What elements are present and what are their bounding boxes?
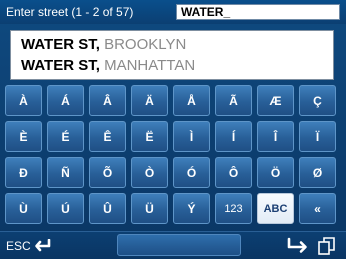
key-u-circumflex[interactable]: Û [89,193,126,224]
key-u-grave[interactable]: Ù [5,193,42,224]
key-u-acute[interactable]: Ú [47,193,84,224]
key-y-acute[interactable]: Ý [173,193,210,224]
header-bar: Enter street (1 - 2 of 57) WATER_ [0,0,346,24]
key-o-slash[interactable]: Ø [299,157,336,188]
key-o-acute[interactable]: Ó [173,157,210,188]
alpha-mode-button[interactable]: ABC [257,193,294,224]
key-e-grave[interactable]: È [5,121,42,152]
key-eth[interactable]: Ð [5,157,42,188]
prompt-label: Enter street (1 - 2 of 57) [6,5,134,19]
key-o-grave[interactable]: Ò [131,157,168,188]
key-i-acute[interactable]: Í [215,121,252,152]
key-ae[interactable]: Æ [257,85,294,116]
result-city: BROOKLYN [99,36,187,53]
key-n-tilde[interactable]: Ñ [47,157,84,188]
key-a-circumflex[interactable]: Â [89,85,126,116]
esc-button[interactable]: ESC [6,236,52,256]
esc-label: ESC [6,239,31,253]
key-e-acute[interactable]: É [47,121,84,152]
key-c-cedilla[interactable]: Ç [299,85,336,116]
key-e-circumflex[interactable]: Ê [89,121,126,152]
key-i-umlaut[interactable]: Ï [299,121,336,152]
key-o-circumflex[interactable]: Ô [215,157,252,188]
result-street: WATER ST [21,57,96,74]
back-arrow-icon [34,239,50,252]
key-i-grave[interactable]: Ì [173,121,210,152]
accented-keypad: À Á Â Ä Å Ã Æ Ç È É Ê Ë Ì Í Î Ï Ð Ñ Õ Ò … [5,85,341,229]
result-item[interactable]: WATER ST, BROOKLYN [11,34,333,55]
more-characters-button[interactable]: « [299,193,336,224]
result-street: WATER ST [21,36,96,53]
space-bar[interactable] [117,234,241,256]
key-o-umlaut[interactable]: Ö [257,157,294,188]
enter-arrow-icon[interactable] [286,237,310,255]
key-a-acute[interactable]: Á [47,85,84,116]
street-entry-screen: Enter street (1 - 2 of 57) WATER_ WATER … [0,0,346,259]
street-input[interactable]: WATER_ [176,4,340,20]
result-city: MANHATTAN [99,57,196,74]
key-a-ring[interactable]: Å [173,85,210,116]
copy-icon[interactable] [317,236,337,256]
key-i-circumflex[interactable]: Î [257,121,294,152]
key-u-umlaut[interactable]: Ü [131,193,168,224]
key-a-umlaut[interactable]: Ä [131,85,168,116]
key-a-tilde[interactable]: Ã [215,85,252,116]
results-list: WATER ST, BROOKLYN WATER ST, MANHATTAN [10,30,334,80]
key-o-tilde[interactable]: Õ [89,157,126,188]
key-a-grave[interactable]: À [5,85,42,116]
numeric-mode-button[interactable]: 123 [215,193,252,224]
result-item[interactable]: WATER ST, MANHATTAN [11,55,333,76]
key-e-umlaut[interactable]: Ë [131,121,168,152]
